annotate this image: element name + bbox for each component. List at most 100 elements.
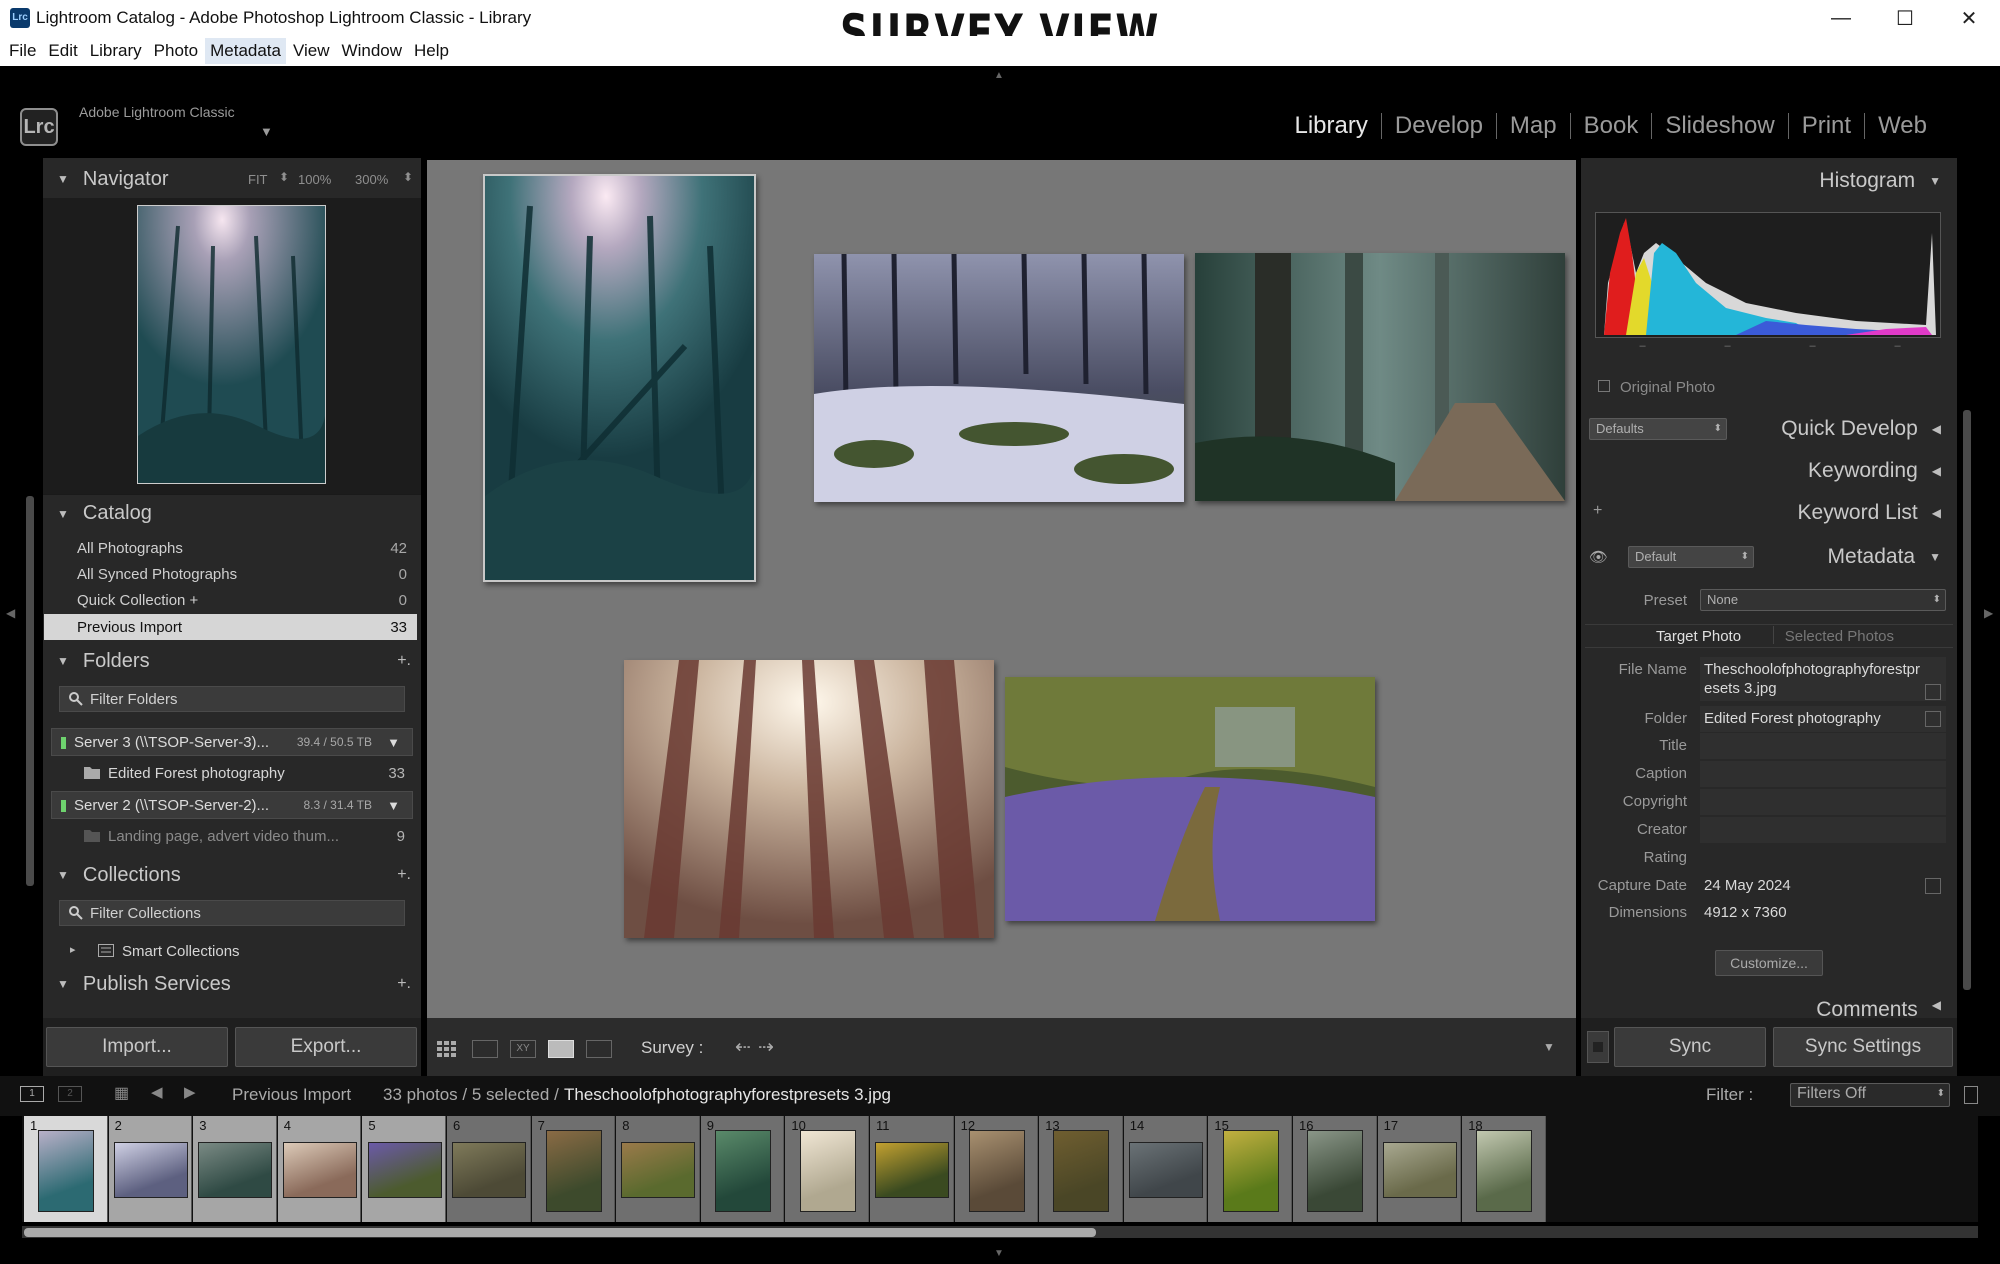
survey-photo-5[interactable] — [1005, 677, 1375, 921]
smart-collections[interactable]: ▸ Smart Collections — [44, 937, 417, 965]
filter-select[interactable]: Filters Off ⬍ — [1790, 1083, 1950, 1107]
title-field[interactable] — [1700, 733, 1946, 759]
filmstrip-scroll-thumb[interactable] — [24, 1228, 1096, 1237]
folders-header[interactable]: ▼ Folders +. — [43, 642, 421, 680]
maximize-button[interactable]: ☐ — [1874, 0, 1936, 36]
filmstrip-cell[interactable]: 9 — [700, 1116, 785, 1222]
back-arrow-icon[interactable]: ◀ — [151, 1083, 163, 1101]
file-name-field[interactable]: Theschoolofphotographyforestpr esets 3.j… — [1700, 657, 1946, 701]
filter-lock-icon[interactable] — [1964, 1086, 1978, 1104]
filmstrip-cell[interactable]: 5 — [362, 1116, 446, 1222]
filter-collections-input[interactable]: Filter Collections — [59, 900, 405, 926]
right-panel-toggle-icon[interactable]: ▶ — [1984, 606, 1993, 620]
filmstrip-cell[interactable]: 2 — [108, 1116, 193, 1222]
catalog-item-all-photographs[interactable]: All Photographs 42 — [44, 535, 417, 561]
menu-metadata[interactable]: Metadata — [205, 38, 286, 64]
eye-icon[interactable]: 👁 — [1589, 548, 1608, 566]
add-collection-icon[interactable]: +. — [397, 866, 411, 884]
menu-view[interactable]: View — [288, 38, 335, 64]
module-web[interactable]: Web — [1865, 112, 1940, 140]
filmstrip-cell[interactable]: 15 — [1208, 1116, 1292, 1222]
keywording-header[interactable]: Keywording ◀ — [1581, 452, 1957, 490]
filmstrip-cell[interactable]: 4 — [277, 1116, 362, 1222]
metadata-view-select[interactable]: Default ⬍ — [1628, 546, 1754, 568]
tab-selected-photos[interactable]: Selected Photos — [1774, 628, 1894, 645]
catalog-item-previous-import[interactable]: Previous Import 33 — [44, 614, 417, 640]
sync-button[interactable]: Sync — [1614, 1027, 1766, 1067]
filmstrip-cell[interactable]: 11 — [870, 1116, 954, 1222]
right-panel-scrollbar[interactable] — [1963, 410, 1971, 990]
grid-view-icon[interactable] — [436, 1040, 462, 1058]
grid-shortcut-icon[interactable]: ▦ — [114, 1083, 129, 1103]
module-print[interactable]: Print — [1789, 112, 1864, 140]
filmstrip-cell[interactable]: 7 — [531, 1116, 616, 1222]
volume-menu-icon[interactable]: ▼ — [387, 798, 400, 813]
bottom-panel-toggle-icon[interactable]: ▼ — [994, 1248, 1004, 1259]
filmstrip-cell[interactable]: 14 — [1123, 1116, 1208, 1222]
menu-help[interactable]: Help — [409, 38, 454, 64]
histogram-graph[interactable] — [1595, 212, 1941, 338]
copyright-field[interactable] — [1700, 789, 1946, 815]
folder-field[interactable]: Edited Forest photography — [1700, 706, 1946, 732]
publish-services-header[interactable]: ▼ Publish Services +. — [43, 965, 421, 1003]
zoom-fit[interactable]: FIT — [248, 172, 268, 187]
quick-develop-preset-select[interactable]: Defaults ⬍ — [1589, 418, 1727, 440]
menu-file[interactable]: File — [4, 38, 41, 64]
filmstrip-cell[interactable]: 16 — [1293, 1116, 1377, 1222]
volume-server-3[interactable]: Server 3 (\\TSOP-Server-3)... 39.4 / 50.… — [51, 728, 413, 756]
compare-view-icon[interactable]: XY — [510, 1040, 536, 1058]
loupe-view-icon[interactable] — [472, 1040, 498, 1058]
export-button[interactable]: Export... — [235, 1027, 417, 1067]
catalog-header[interactable]: ▼ Catalog — [43, 494, 421, 532]
close-button[interactable]: ✕ — [1938, 0, 2000, 36]
module-book[interactable]: Book — [1571, 112, 1652, 140]
comments-header[interactable]: Comments ◀ — [1581, 990, 1957, 1018]
filmstrip-cell[interactable]: 6 — [447, 1116, 531, 1222]
filter-folders-input[interactable]: Filter Folders — [59, 686, 405, 712]
top-panel-toggle-icon[interactable]: ▲ — [994, 70, 1004, 81]
people-view-icon[interactable] — [586, 1040, 612, 1058]
survey-photo-3[interactable] — [1195, 253, 1565, 501]
filmstrip-cell[interactable]: 3 — [193, 1116, 277, 1222]
identity-dropdown-icon[interactable]: ▼ — [260, 124, 273, 139]
survey-photo-1[interactable] — [483, 174, 756, 582]
zoom-more-icon[interactable]: ⬍ — [403, 170, 413, 184]
auto-sync-toggle[interactable] — [1587, 1031, 1609, 1063]
add-folder-icon[interactable]: +. — [397, 652, 411, 670]
menu-edit[interactable]: Edit — [43, 38, 82, 64]
previous-arrow-icon[interactable]: ⇠ — [735, 1036, 751, 1059]
toolbar-menu-icon[interactable]: ▼ — [1543, 1040, 1555, 1054]
filmstrip-cell[interactable]: 18 — [1462, 1116, 1546, 1222]
filmstrip-cell[interactable]: 1 — [24, 1116, 108, 1222]
survey-view-icon[interactable] — [548, 1040, 574, 1058]
module-slideshow[interactable]: Slideshow — [1652, 112, 1787, 140]
import-button[interactable]: Import... — [46, 1027, 228, 1067]
original-photo-checkbox[interactable] — [1598, 380, 1610, 392]
caption-field[interactable] — [1700, 761, 1946, 787]
expand-icon[interactable]: ▸ — [70, 943, 76, 956]
add-publish-icon[interactable]: +. — [397, 975, 411, 993]
second-window-icon[interactable]: 2 — [58, 1086, 82, 1102]
catalog-item-quick-collection[interactable]: Quick Collection + 0 — [44, 587, 417, 613]
menu-photo[interactable]: Photo — [149, 38, 203, 64]
histogram-header[interactable]: Histogram ▼ — [1581, 162, 1957, 200]
filmstrip-cell[interactable]: 13 — [1039, 1116, 1123, 1222]
main-window-icon[interactable]: 1 — [20, 1086, 44, 1102]
filmstrip-filename[interactable]: Theschoolofphotographyforestpresets 3.jp… — [564, 1085, 891, 1105]
add-keyword-icon[interactable]: + — [1593, 502, 1602, 520]
capture-date-edit-icon[interactable] — [1925, 878, 1941, 894]
filmstrip-cell[interactable]: 17 — [1377, 1116, 1462, 1222]
folder-edited-forest[interactable]: ▸ Edited Forest photography 33 — [44, 759, 417, 787]
left-panel-toggle-icon[interactable]: ◀ — [6, 606, 15, 620]
filmstrip-cell[interactable]: 8 — [616, 1116, 700, 1222]
file-name-edit-icon[interactable] — [1925, 684, 1941, 700]
next-arrow-icon[interactable]: ⇢ — [758, 1036, 774, 1059]
folder-go-icon[interactable] — [1925, 711, 1941, 727]
keyword-list-header[interactable]: + Keyword List ◀ — [1581, 494, 1957, 532]
tab-target-photo[interactable]: Target Photo — [1656, 628, 1741, 645]
filmstrip-source[interactable]: Previous Import — [232, 1085, 351, 1105]
module-library[interactable]: Library — [1282, 112, 1381, 140]
forward-arrow-icon[interactable]: ▶ — [184, 1083, 196, 1101]
menu-library[interactable]: Library — [85, 38, 147, 64]
customize-button[interactable]: Customize... — [1715, 950, 1823, 976]
